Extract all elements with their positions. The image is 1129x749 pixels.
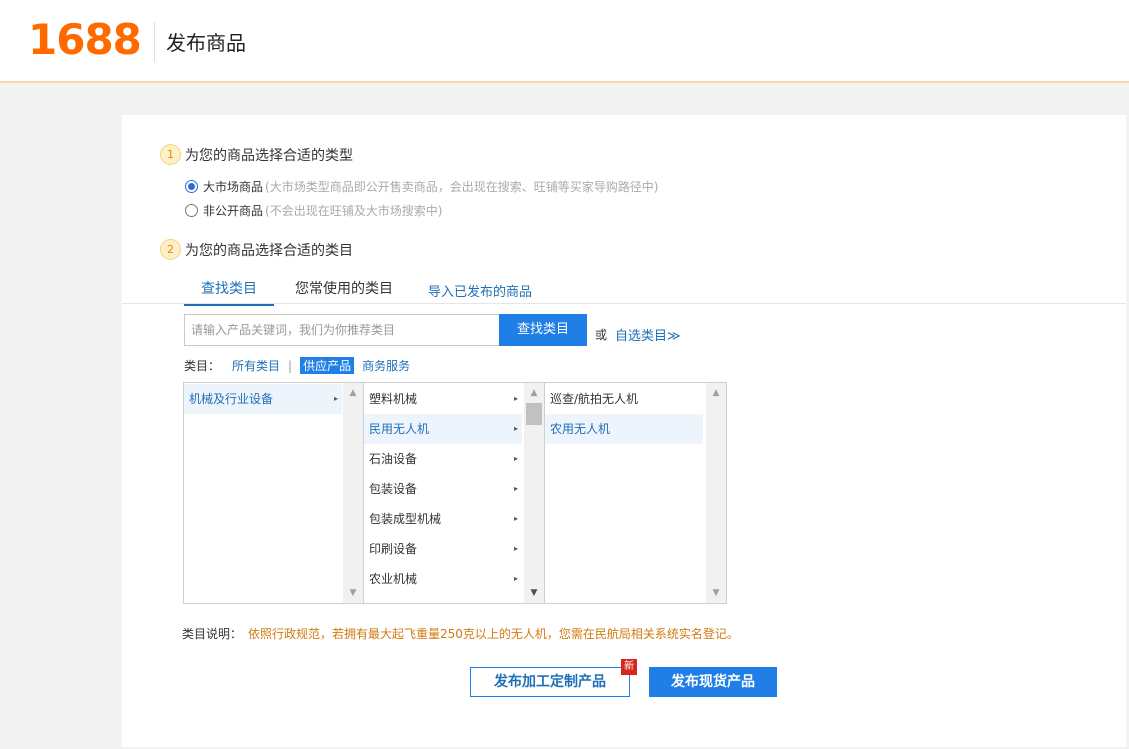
- step-2-title: 为您的商品选择合适的类目: [185, 242, 353, 259]
- option-private[interactable]: 非公开商品 (不会出现在旺铺及大市场搜索中): [185, 202, 442, 219]
- category-description-text: 依照行政规范，若拥有最大起飞重量250克以上的无人机，您需在民航局相关系统实名登…: [248, 627, 739, 641]
- step-2-number: 2: [160, 239, 181, 260]
- category-column-3: 巡查/航拍无人机 农用无人机 ▲ ▼: [545, 383, 726, 603]
- category-description: 类目说明： 依照行政规范，若拥有最大起飞重量250克以上的无人机，您需在民航局相…: [182, 625, 739, 642]
- category-item[interactable]: 机械及行业设备 ▸: [184, 384, 342, 414]
- tab-import-published[interactable]: 导入已发布的商品: [428, 281, 532, 300]
- step-1-header: 1 为您的商品选择合适的类型: [160, 144, 353, 165]
- step-1-number: 1: [160, 144, 181, 165]
- category-filter: 类目： 所有类目 | 供应产品 商务服务: [184, 357, 418, 374]
- scrollbar[interactable]: ▲ ▼: [524, 383, 544, 603]
- page-header: 1688 发布商品: [0, 0, 1129, 83]
- category-item-label: 印刷设备: [369, 542, 418, 556]
- option-public-hint: (大市场类型商品即公开售卖商品，会出现在搜索、旺铺等买家导购路径中): [265, 180, 659, 194]
- chevron-right-icon: ▸: [513, 454, 518, 463]
- scroll-down-icon[interactable]: ▼: [524, 585, 544, 601]
- tab-frequent-category[interactable]: 您常使用的类目: [295, 278, 393, 298]
- category-item[interactable]: 印刷设备 ▸: [364, 534, 522, 564]
- category-item-label: 机械及行业设备: [189, 392, 274, 406]
- category-item-label: 民用无人机: [369, 422, 430, 436]
- option-public-label: 大市场商品: [203, 180, 264, 194]
- new-badge: 新: [621, 659, 637, 675]
- publish-card: 1 为您的商品选择合适的类型 大市场商品 (大市场类型商品即公开售卖商品，会出现…: [122, 115, 1126, 747]
- filter-business[interactable]: 商务服务: [362, 357, 410, 374]
- option-private-hint: (不会出现在旺铺及大市场搜索中): [265, 204, 443, 218]
- scroll-up-icon[interactable]: ▲: [706, 385, 726, 401]
- radio-private[interactable]: [185, 204, 198, 217]
- category-item-label: 农用无人机: [550, 422, 611, 436]
- category-item[interactable]: 巡查/航拍无人机: [545, 384, 703, 414]
- scrollbar[interactable]: ▲ ▼: [706, 383, 726, 603]
- category-column-2: 塑料机械 ▸ 民用无人机 ▸ 石油设备 ▸ 包装设备 ▸ 包装成型机械 ▸ 印刷…: [364, 383, 545, 603]
- filter-separator: |: [288, 358, 293, 373]
- tab-find-category[interactable]: 查找类目: [184, 278, 274, 306]
- category-item[interactable]: 民用无人机 ▸: [364, 414, 522, 444]
- scroll-up-icon[interactable]: ▲: [524, 385, 544, 401]
- chevron-right-icon: ▸: [513, 574, 518, 583]
- chevron-right-icon: ▸: [513, 544, 518, 553]
- filter-all[interactable]: 所有类目: [232, 357, 280, 374]
- category-item-label: 包装成型机械: [369, 512, 442, 526]
- option-public[interactable]: 大市场商品 (大市场类型商品即公开售卖商品，会出现在搜索、旺铺等买家导购路径中): [185, 178, 658, 195]
- scroll-down-icon[interactable]: ▼: [343, 585, 363, 601]
- publish-stock-button[interactable]: 发布现货产品: [649, 667, 777, 697]
- publish-custom-button[interactable]: 发布加工定制产品: [470, 667, 630, 697]
- chevron-right-icon: ▸: [513, 514, 518, 523]
- step-2-header: 2 为您的商品选择合适的类目: [160, 239, 353, 260]
- category-item-label: 巡查/航拍无人机: [550, 392, 639, 406]
- category-item[interactable]: 塑料机械 ▸: [364, 384, 522, 414]
- category-search-input[interactable]: 请输入产品关键词，我们为你推荐类目: [184, 314, 500, 346]
- category-item[interactable]: 农业机械 ▸: [364, 564, 522, 594]
- chevron-right-icon: ▸: [513, 394, 518, 403]
- category-item[interactable]: 农用无人机: [545, 414, 703, 444]
- filter-supply[interactable]: 供应产品: [300, 357, 355, 374]
- page-title: 发布商品: [166, 31, 246, 55]
- header-divider: [154, 22, 155, 62]
- category-item-label: 包装设备: [369, 482, 418, 496]
- custom-category-link[interactable]: 自选类目≫: [615, 325, 681, 344]
- category-item[interactable]: 石油设备 ▸: [364, 444, 522, 474]
- category-description-label: 类目说明：: [182, 627, 243, 641]
- category-item-label: 农业机械: [369, 572, 418, 586]
- scrollbar[interactable]: ▲ ▼: [343, 383, 363, 603]
- chevron-right-icon: ▸: [333, 394, 338, 403]
- category-picker: 机械及行业设备 ▸ ▲ ▼ 塑料机械 ▸ 民用无人机 ▸ 石油设备 ▸ 包装设备…: [183, 382, 727, 604]
- category-filter-label: 类目：: [184, 359, 221, 373]
- category-item[interactable]: 包装设备 ▸: [364, 474, 522, 504]
- or-text: 或: [595, 328, 608, 342]
- tabs-divider: [122, 303, 1126, 304]
- chevron-right-icon: ▸: [513, 484, 518, 493]
- category-item[interactable]: 包装成型机械 ▸: [364, 504, 522, 534]
- step-1-title: 为您的商品选择合适的类型: [185, 147, 353, 164]
- option-private-label: 非公开商品: [203, 204, 264, 218]
- radio-public[interactable]: [185, 180, 198, 193]
- scrollbar-thumb[interactable]: [526, 403, 542, 425]
- scroll-up-icon[interactable]: ▲: [343, 385, 363, 401]
- category-item-label: 石油设备: [369, 452, 418, 466]
- category-item-label: 塑料机械: [369, 392, 418, 406]
- search-category-button[interactable]: 查找类目: [499, 314, 587, 346]
- scroll-down-icon[interactable]: ▼: [706, 585, 726, 601]
- category-column-1: 机械及行业设备 ▸ ▲ ▼: [184, 383, 364, 603]
- chevron-right-icon: ▸: [513, 424, 518, 433]
- logo[interactable]: 1688: [28, 14, 142, 66]
